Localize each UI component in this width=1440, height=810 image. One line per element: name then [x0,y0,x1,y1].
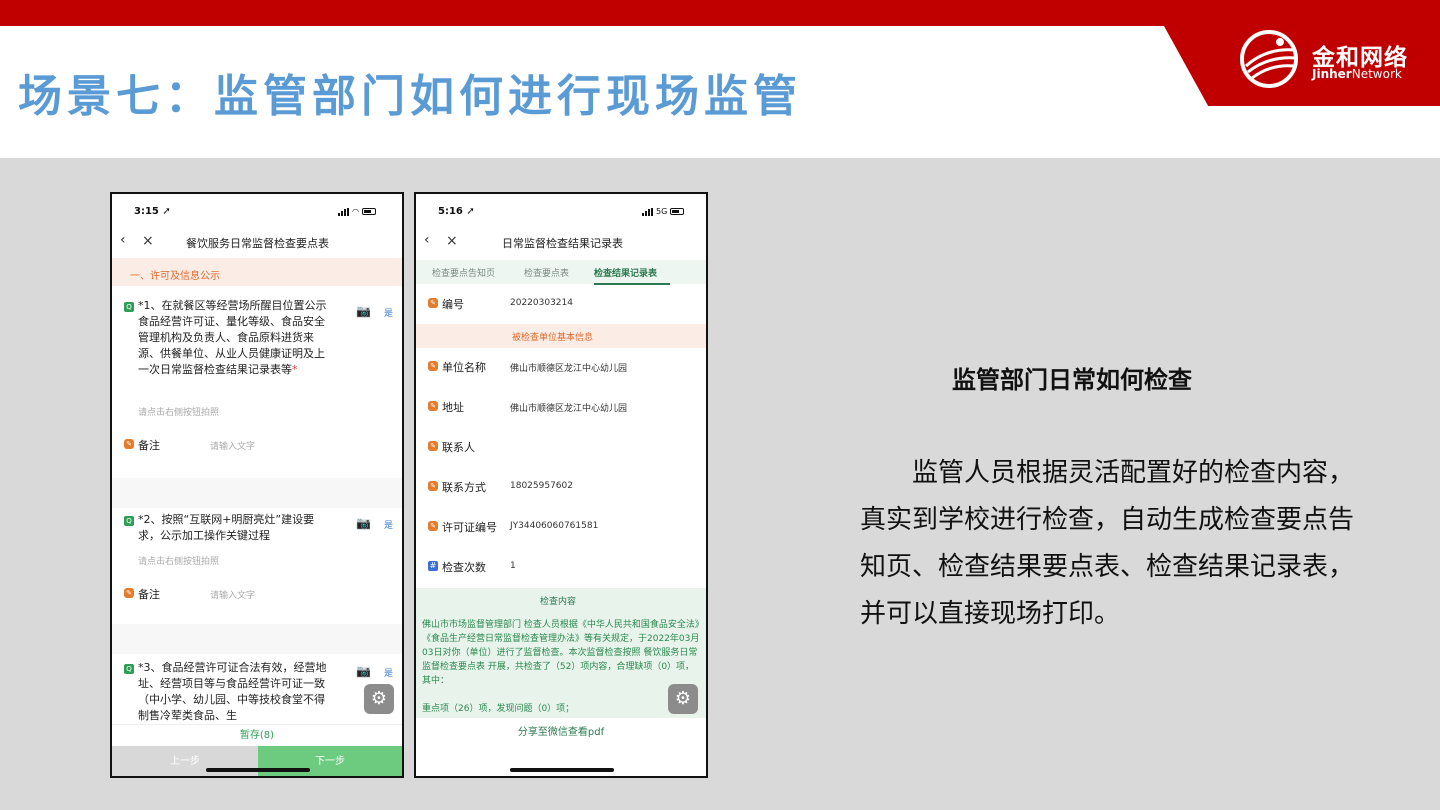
camera-icon[interactable]: 📷 [356,516,371,530]
field-label: 单位名称 [442,361,486,374]
field-icon: ✎ [428,521,438,531]
question-icon: Q [124,302,134,312]
tab-result-record[interactable]: 检查结果记录表 [594,266,657,279]
prev-button[interactable]: 上一步 [112,746,258,776]
divider [112,478,402,508]
camera-icon[interactable]: 📷 [356,664,371,678]
field-label: 联系方式 [442,481,486,494]
save-draft-button[interactable]: 暂存(8) [112,724,402,746]
close-icon[interactable]: × [446,233,458,249]
field-value: 18025957602 [510,481,573,491]
remark-input[interactable]: 请输入文字 [210,439,255,452]
tab-notice-page[interactable]: 检查要点告知页 [432,266,495,279]
tab-key-points[interactable]: 检查要点表 [524,266,569,279]
settings-icon[interactable]: ⚙ [668,684,698,714]
section-title: 一、许可及信息公示 [130,271,220,282]
photo-hint: 请点击右侧按钮拍照 [138,408,220,418]
serial-label: 编号 [442,298,464,311]
remark-label: 备注 [138,588,160,601]
close-icon[interactable]: × [142,233,154,249]
field-icon: ✎ [428,298,438,308]
answer-yes[interactable]: 是 [384,306,393,319]
nav-title: 餐饮服务日常监督检查要点表 [186,237,329,250]
status-icons: ◠ [338,207,376,216]
right-phone-screenshot: 5:16 ➚ 5G ‹ × 日常监督检查结果记录表 检查要点告知页 检查要点表 … [414,192,708,778]
remark-icon: ✎ [124,588,134,598]
logo-text-en: JinherNetwork [1312,67,1402,81]
field-icon: ✎ [428,401,438,411]
remark-icon: ✎ [124,439,134,449]
field-value: 佛山市顺德区龙江中心幼儿园 [510,404,628,414]
field-label: 联系人 [442,441,475,454]
question-text: *1、在就餐区等经营场所醒目位置公示食品经营许可证、量化等级、食品安全管理机构及… [138,299,327,376]
field-icon: ✎ [428,481,438,491]
serial-value: 20220303214 [510,298,573,308]
status-time: 5:16 ➚ [438,206,475,217]
battery-icon [361,208,376,215]
settings-icon[interactable]: ⚙ [364,684,394,714]
active-tab-indicator [594,283,670,285]
wifi-icon: ◠ [352,207,359,216]
home-indicator [510,768,614,772]
field-value: JY34406060761581 [510,521,599,531]
question-icon: Q [124,516,134,526]
field-label: 许可证编号 [442,521,497,534]
jinher-logo-icon [1240,30,1298,88]
remark-input[interactable]: 请输入文字 [210,588,255,601]
status-time: 3:15 ➚ [134,206,171,217]
home-indicator [206,768,310,772]
next-button[interactable]: 下一步 [258,746,402,776]
camera-icon[interactable]: 📷 [356,304,371,318]
share-pdf-button[interactable]: 分享至微信查看pdf [416,718,706,748]
content-title: 检查内容 [540,597,577,607]
remark-label: 备注 [138,439,160,452]
side-paragraph: 监管人员根据灵活配置好的检查内容，真实到学校进行检查，自动生成检查要点告知页、检… [860,458,1355,629]
field-icon: ✎ [428,441,438,451]
back-icon[interactable]: ‹ [424,232,430,248]
question-text: *2、按照“互联网+明厨亮灶”建设要求，公示加工操作关键过程 [138,513,315,542]
battery-icon [670,208,685,215]
content-text: 佛山市市场监督管理部门 检查人员根据《中华人民共和国食品安全法》《食品生产经营日… [422,620,700,686]
status-icons: 5G [642,207,685,216]
side-heading: 监管部门日常如何检查 [952,366,1192,394]
sub-section-title: 被检查单位基本信息 [512,333,594,343]
nav-title: 日常监督检查结果记录表 [502,237,623,250]
back-icon[interactable]: ‹ [120,232,126,248]
question-text: *3、食品经营许可证合法有效，经营地址、经营项目等与食品经营许可证一致（中小学、… [138,661,327,722]
field-label: 地址 [442,401,464,414]
network-label: 5G [656,207,668,216]
content-text-2: 重点项（26）项，发现问题（0）项； [422,704,575,714]
signal-icon [642,207,653,216]
question-icon: Q [124,664,134,674]
field-icon: ✎ [428,361,438,371]
left-phone-screenshot: 3:15 ➚ ◠ ‹ × 餐饮服务日常监督检查要点表 一、许可及信息公示 Q *… [110,192,404,778]
photo-hint: 请点击右侧按钮拍照 [138,557,220,567]
field-value: 1 [510,561,516,571]
answer-yes[interactable]: 是 [384,666,393,679]
field-label: 检查次数 [442,561,486,574]
signal-icon [338,207,349,216]
top-accent-bar [0,0,1440,26]
count-icon: # [428,561,438,571]
slide-title: 场景七：监管部门如何进行现场监管 [18,71,802,122]
divider [112,624,402,654]
answer-yes[interactable]: 是 [384,518,393,531]
field-value: 佛山市顺德区龙江中心幼儿园 [510,364,628,374]
